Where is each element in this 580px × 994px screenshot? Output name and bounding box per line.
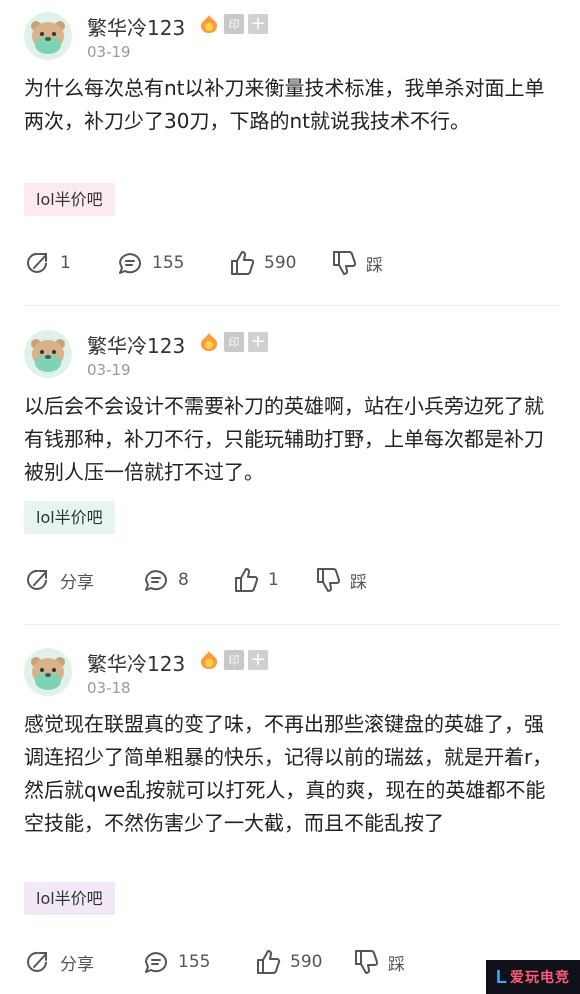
post-2: 繁华冷123 印 + 03-19 以后会不会设计不需要补刀的英雄啊，站在小兵旁边… xyxy=(0,318,580,623)
post-3: 繁华冷123 印 + 03-18 感觉现在联盟真的变了味，不再出那些滚键盘的英雄… xyxy=(0,636,580,994)
post-date: 03-19 xyxy=(87,361,131,379)
user-badges: 印 + xyxy=(198,650,268,670)
dislike-label: 踩 xyxy=(388,954,405,975)
dislike-button[interactable]: 踩 xyxy=(314,565,367,595)
thumbs-up-icon xyxy=(231,251,255,275)
share-button[interactable]: 分享 xyxy=(24,565,94,595)
share-label: 1 xyxy=(60,253,71,273)
like-button[interactable]: 1 xyxy=(232,565,279,595)
thumbs-up-icon xyxy=(235,568,259,592)
divider xyxy=(24,624,560,625)
dislike-button[interactable]: 踩 xyxy=(352,947,405,977)
dislike-label: 踩 xyxy=(350,572,367,593)
user-badges: 印 + xyxy=(198,332,268,352)
like-count: 590 xyxy=(290,952,323,972)
stamp-badge: 印 xyxy=(224,14,244,34)
comment-count: 155 xyxy=(152,253,185,273)
post-date: 03-19 xyxy=(87,43,131,61)
share-button[interactable]: 1 xyxy=(24,248,71,278)
username[interactable]: 繁华冷123 xyxy=(87,648,185,677)
thumbs-up-icon xyxy=(257,950,281,974)
fire-badge-icon xyxy=(200,333,218,351)
comment-count: 155 xyxy=(178,952,211,972)
watermark-logo: L 爱玩电竞 xyxy=(486,960,580,994)
avatar-bear-icon xyxy=(24,12,72,60)
avatar[interactable] xyxy=(24,330,72,378)
forum-tag[interactable]: lol半价吧 xyxy=(24,882,115,915)
stamp-badge: 印 xyxy=(224,332,244,352)
avatar[interactable] xyxy=(24,12,72,60)
share-icon xyxy=(27,951,47,972)
comment-button[interactable]: 8 xyxy=(142,565,189,595)
thumbs-down-icon xyxy=(333,251,357,275)
like-count: 1 xyxy=(268,570,279,590)
fire-badge-icon xyxy=(200,651,218,669)
fire-badge-icon xyxy=(200,15,218,33)
thumbs-down-icon xyxy=(355,950,379,974)
comment-button[interactable]: 155 xyxy=(116,248,184,278)
post-actions: 分享 155 590 踩 xyxy=(24,947,564,977)
comment-button[interactable]: 155 xyxy=(142,947,210,977)
post-1: 繁华冷123 印 + 03-19 为什么每次总有nt以补刀来衡量技术标准，我单杀… xyxy=(0,0,580,305)
comment-icon xyxy=(145,952,167,973)
share-icon xyxy=(27,252,47,273)
post-content[interactable]: 为什么每次总有nt以补刀来衡量技术标准，我单杀对面上单两次，补刀少了30刀，下路… xyxy=(24,72,559,138)
thumbs-down-icon xyxy=(317,568,341,592)
post-content[interactable]: 感觉现在联盟真的变了味，不再出那些滚键盘的英雄了，强调连招少了简单粗暴的快乐，记… xyxy=(24,708,559,840)
dislike-label: 踩 xyxy=(366,255,383,276)
post-date: 03-18 xyxy=(87,679,131,697)
like-count: 590 xyxy=(264,253,297,273)
watermark-letter: L xyxy=(496,966,507,987)
forum-tag[interactable]: lol半价吧 xyxy=(24,501,115,534)
plus-badge[interactable]: + xyxy=(248,650,268,670)
share-icon xyxy=(27,569,47,590)
plus-badge[interactable]: + xyxy=(248,332,268,352)
avatar[interactable] xyxy=(24,648,72,696)
user-badges: 印 + xyxy=(198,14,268,34)
username[interactable]: 繁华冷123 xyxy=(87,330,185,359)
stamp-badge: 印 xyxy=(224,650,244,670)
plus-badge[interactable]: + xyxy=(248,14,268,34)
dislike-button[interactable]: 踩 xyxy=(330,248,383,278)
comment-count: 8 xyxy=(178,570,189,590)
post-actions: 分享 8 1 踩 xyxy=(24,565,564,595)
divider xyxy=(24,305,560,306)
forum-tag[interactable]: lol半价吧 xyxy=(24,183,115,216)
like-button[interactable]: 590 xyxy=(228,248,296,278)
username[interactable]: 繁华冷123 xyxy=(87,12,185,41)
share-label: 分享 xyxy=(60,954,94,975)
share-label: 分享 xyxy=(60,572,94,593)
like-button[interactable]: 590 xyxy=(254,947,322,977)
comment-icon xyxy=(119,253,141,274)
post-actions: 1 155 590 踩 xyxy=(24,248,564,278)
comment-icon xyxy=(145,570,167,591)
avatar-bear-icon xyxy=(24,330,72,378)
post-content[interactable]: 以后会不会设计不需要补刀的英雄啊，站在小兵旁边死了就有钱那种，补刀不行，只能玩辅… xyxy=(24,390,559,489)
share-button[interactable]: 分享 xyxy=(24,947,94,977)
watermark-text: 爱玩电竞 xyxy=(510,970,570,986)
avatar-bear-icon xyxy=(24,648,72,696)
